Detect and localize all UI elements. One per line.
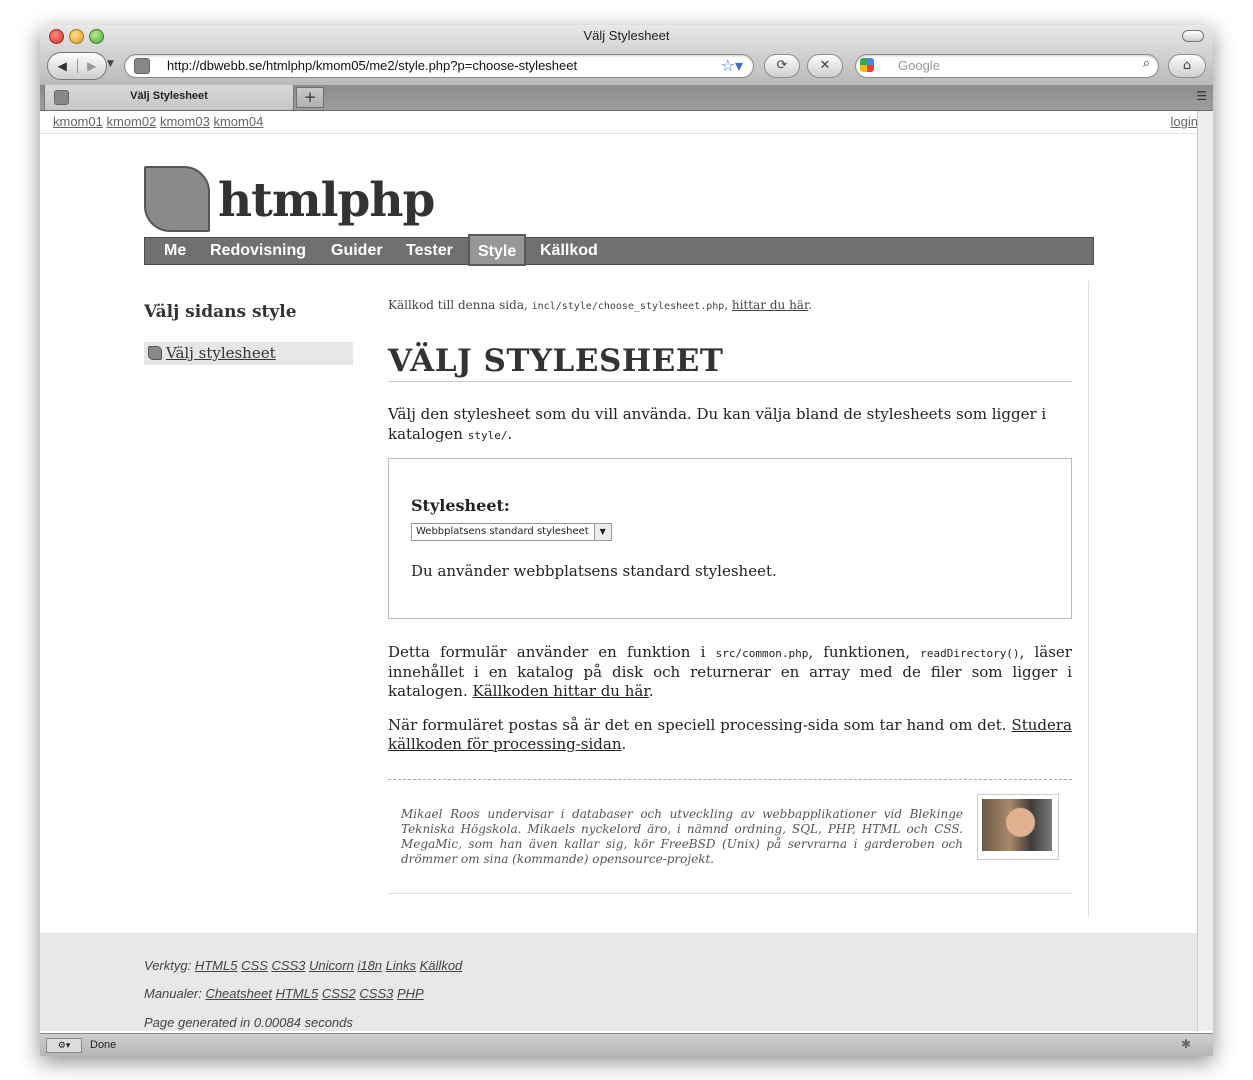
page-generated-text: Page generated in 0.00084 seconds [144, 1015, 353, 1030]
footer-tools-row: Verktyg: HTML5 CSS CSS3 Unicorn i18n Lin… [144, 958, 462, 973]
tab-current[interactable]: Välj Stylesheet [44, 85, 294, 110]
search-placeholder: Google [898, 58, 940, 73]
login-area: login [1171, 114, 1198, 129]
manual-link-html5[interactable]: HTML5 [276, 986, 319, 1001]
p2-text: När formuläret postas så är det en speci… [388, 716, 1007, 734]
kmom02-link[interactable]: kmom02 [106, 114, 156, 129]
description-paragraph: Detta formulär använder en funktion i sr… [388, 643, 1072, 700]
source-file: incl/style/choose_stylesheet.php [531, 301, 725, 312]
tool-link-html5[interactable]: HTML5 [195, 958, 238, 973]
firebug-icon[interactable]: ✱ [1181, 1037, 1191, 1051]
nav-item-tester[interactable]: Tester [406, 238, 453, 264]
manuals-label: Manualer: [144, 986, 202, 1001]
tool-link-css3[interactable]: CSS3 [271, 958, 305, 973]
back-arrow-icon[interactable]: ◀ [48, 59, 77, 73]
stop-icon[interactable]: ✕ [807, 54, 843, 78]
tools-label: Verktyg: [144, 958, 192, 973]
toolbar-toggle-button[interactable] [1182, 30, 1204, 42]
magnifier-icon[interactable]: ⌕ [1143, 56, 1150, 71]
history-buttons: ◀ ▶ [47, 52, 107, 80]
manual-link-css3[interactable]: CSS3 [359, 986, 393, 1001]
page-title: VÄLJ STYLESHEET [388, 343, 1072, 382]
status-text: Done [90, 1039, 117, 1051]
source-line: Källkod till denna sida, incl/style/choo… [388, 298, 813, 312]
content-divider [1088, 281, 1089, 916]
manual-link-css2[interactable]: CSS2 [322, 986, 356, 1001]
manual-link-cheatsheet[interactable]: Cheatsheet [205, 986, 272, 1001]
source-prefix: Källkod till denna sida, [388, 298, 528, 312]
source-code-link[interactable]: Källkoden hittar du här [473, 682, 649, 700]
tool-link-unicorn[interactable]: Unicorn [309, 958, 354, 973]
web-page: kmom01 kmom02 kmom03 kmom04 login htmlph… [40, 111, 1198, 1031]
tab-label: Välj Stylesheet [130, 90, 208, 102]
address-bar[interactable]: http://dbwebb.se/htmlphp/kmom05/me2/styl… [124, 54, 754, 78]
processing-paragraph: När formuläret postas så är det en speci… [388, 716, 1072, 753]
p1-text-b: , funktionen, [808, 643, 911, 661]
nav-item-redovisning[interactable]: Redovisning [210, 238, 306, 264]
intro-code: style/ [467, 429, 508, 442]
tool-link-css[interactable]: CSS [241, 958, 268, 973]
main-navigation: Me Redovisning Guider Tester Style Källk… [144, 234, 1094, 266]
url-text[interactable]: http://dbwebb.se/htmlphp/kmom05/me2/styl… [167, 58, 577, 73]
window-title: Välj Stylesheet [583, 28, 670, 43]
kmom01-link[interactable]: kmom01 [53, 114, 103, 129]
sidebar-item-label[interactable]: Välj stylesheet [166, 344, 276, 362]
search-input[interactable]: Google ⌕ [855, 54, 1159, 78]
login-link[interactable]: login [1171, 114, 1198, 129]
star-icon[interactable]: ☆▾ [721, 56, 743, 75]
tab-menu-icon[interactable]: ☰ [1196, 89, 1207, 103]
reload-icon[interactable]: ⟳ [764, 54, 800, 78]
kmom04-link[interactable]: kmom04 [213, 114, 263, 129]
tool-link-i18n[interactable]: i18n [357, 958, 382, 973]
browser-toolbar: Välj Stylesheet ◀ ▶ ▼ http://dbwebb.se/h… [40, 25, 1213, 86]
gear-icon[interactable]: ⚙▾ [46, 1038, 82, 1053]
google-icon[interactable] [860, 58, 874, 72]
bullet-icon [148, 346, 162, 360]
history-dropdown-icon[interactable]: ▼ [107, 59, 114, 69]
author-byline: Mikael Roos undervisar i databaser och u… [388, 779, 1072, 894]
intro-paragraph: Välj den stylesheet som du vill använda.… [388, 405, 1047, 443]
nav-item-me[interactable]: Me [164, 238, 186, 264]
manual-link-php[interactable]: PHP [397, 986, 424, 1001]
scrollbar[interactable] [1197, 111, 1213, 1031]
new-tab-button[interactable]: + [296, 87, 324, 108]
chevron-down-icon[interactable]: ▼ [593, 524, 611, 540]
kmom-links: kmom01 kmom02 kmom03 kmom04 [53, 114, 263, 129]
stylesheet-form: Stylesheet: Webbplatsens standard styles… [388, 458, 1072, 619]
avatar [982, 799, 1052, 851]
stylesheet-label: Stylesheet: [411, 496, 510, 515]
page-footer: Verktyg: HTML5 CSS CSS3 Unicorn i18n Lin… [40, 933, 1198, 1031]
home-icon[interactable]: ⌂ [1168, 54, 1206, 78]
author-photo [977, 794, 1059, 860]
source-link[interactable]: hittar du här [732, 298, 808, 312]
nav-item-kallkod[interactable]: Källkod [540, 238, 598, 264]
site-favicon-icon [134, 58, 150, 74]
nav-item-guider[interactable]: Guider [331, 238, 383, 264]
p1-code-common: src/common.php [715, 647, 809, 660]
p1-text-a: Detta formulär använder en funktion i [388, 643, 706, 661]
stylesheet-select-value: Webbplatsens standard stylesheet [416, 526, 589, 537]
p1-code-function: readDirectory() [920, 647, 1020, 660]
sidebar-item-valj-stylesheet[interactable]: Välj stylesheet [144, 342, 353, 365]
tool-link-links[interactable]: Links [386, 958, 416, 973]
site-logo-text[interactable]: htmlphp [218, 173, 435, 228]
forward-arrow-icon[interactable]: ▶ [76, 59, 107, 73]
sidebar-title: Välj sidans style [144, 302, 297, 322]
logo-icon[interactable] [144, 166, 210, 232]
tab-strip: Välj Stylesheet + ☰ [40, 85, 1213, 111]
kmom03-link[interactable]: kmom03 [160, 114, 210, 129]
stylesheet-select[interactable]: Webbplatsens standard stylesheet ▼ [411, 523, 612, 541]
browser-window: Välj Stylesheet ◀ ▶ ▼ http://dbwebb.se/h… [40, 25, 1213, 1056]
footer-manuals-row: Manualer: Cheatsheet HTML5 CSS2 CSS3 PHP [144, 986, 424, 1001]
nav-item-style[interactable]: Style [468, 234, 527, 266]
byline-text: Mikael Roos undervisar i databaser och u… [401, 807, 963, 866]
stylesheet-status: Du använder webbplatsens standard styles… [411, 562, 777, 580]
tool-link-kallkod[interactable]: Källkod [420, 958, 463, 973]
top-link-bar: kmom01 kmom02 kmom03 kmom04 login [40, 111, 1198, 134]
status-bar: ⚙▾ Done ✱ [40, 1033, 1213, 1056]
